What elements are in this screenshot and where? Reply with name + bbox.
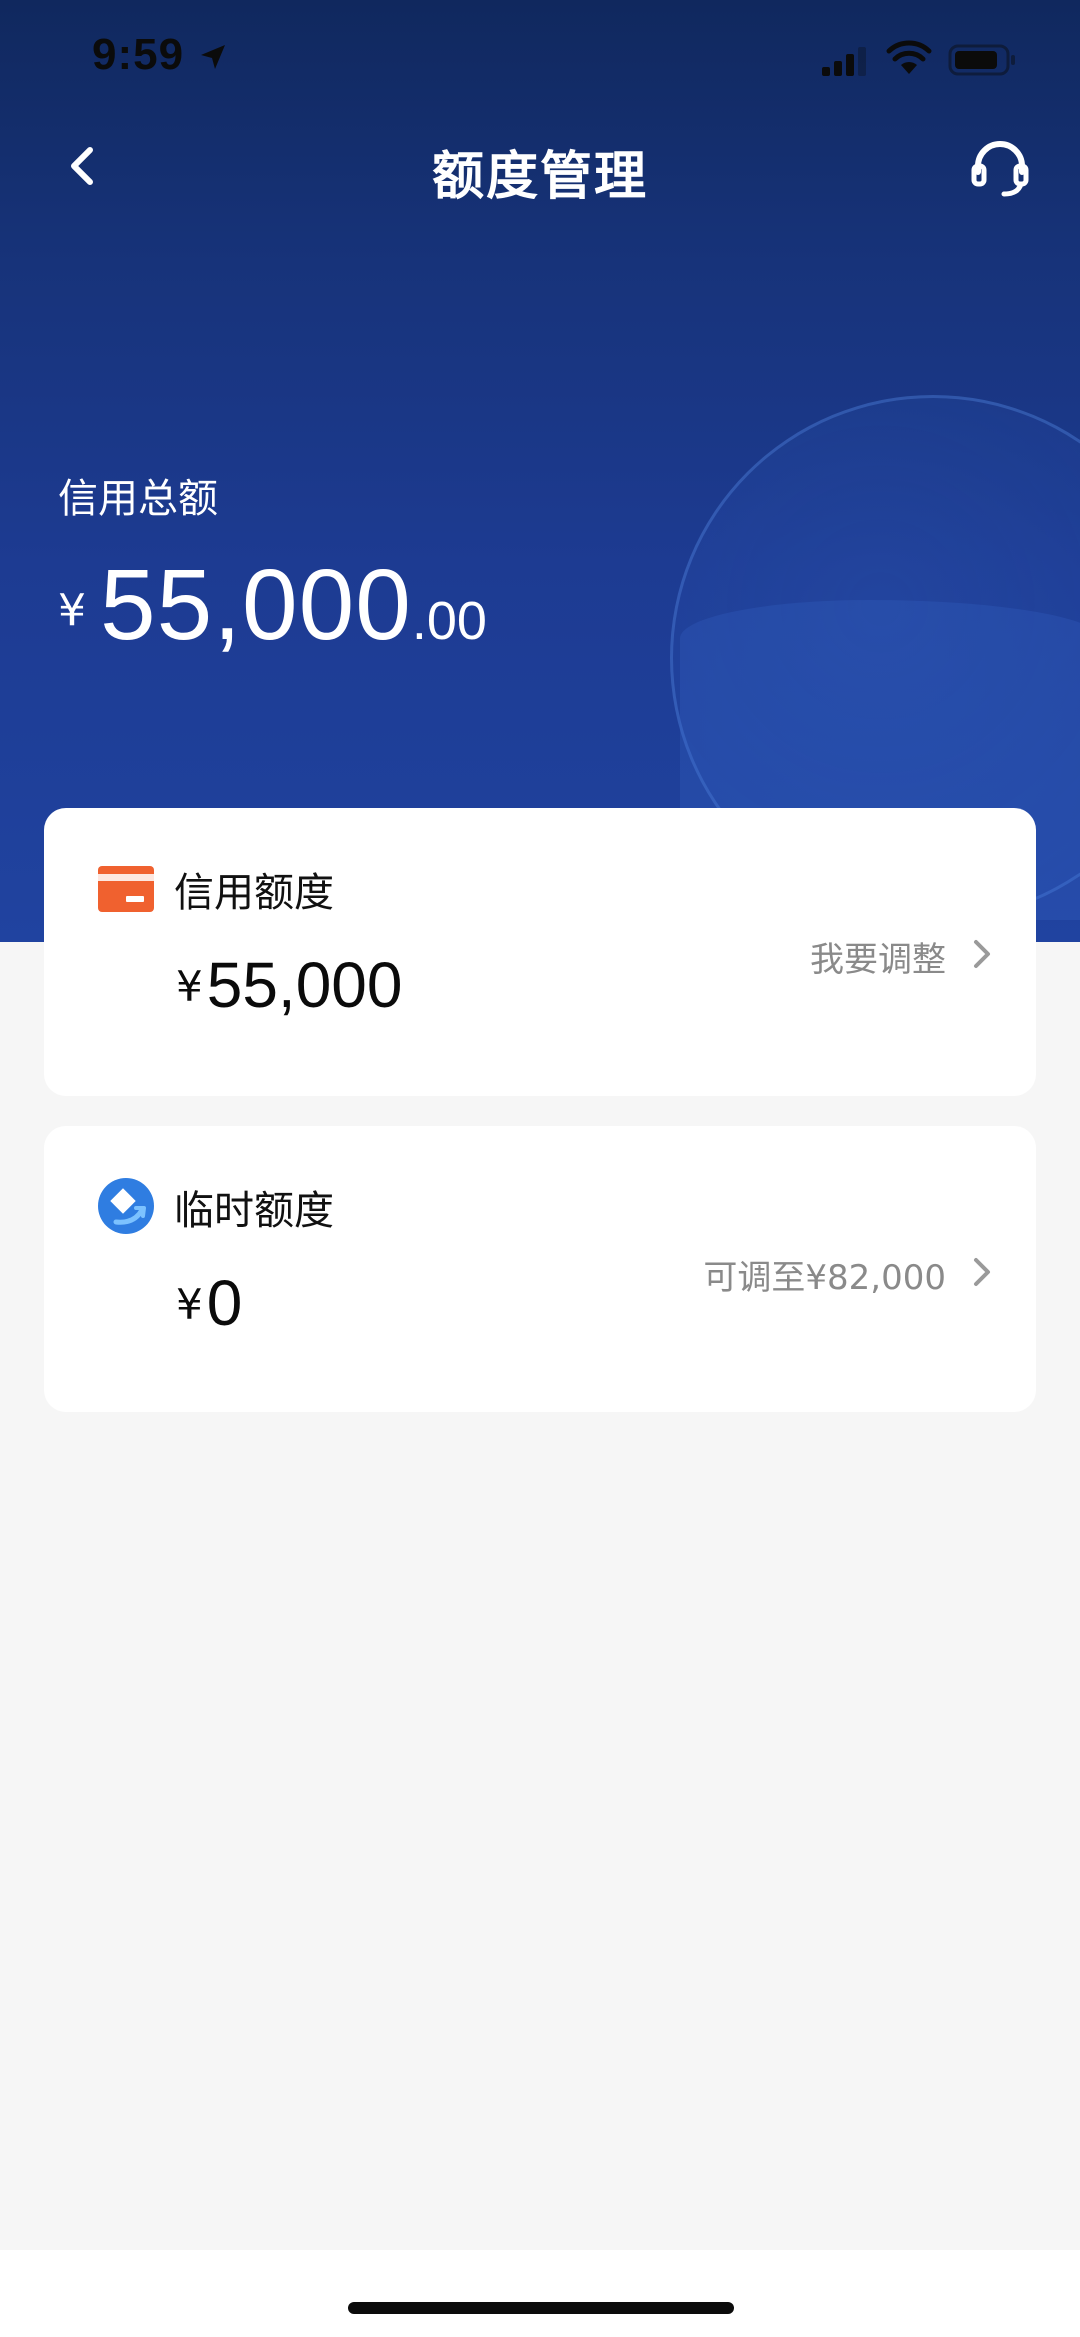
chevron-right-icon (974, 940, 990, 968)
total-credit-amount: ¥55,000.00 (58, 548, 487, 663)
temporary-limit-title: 临时额度 (174, 1188, 334, 1234)
currency-symbol: ¥ (176, 1280, 203, 1329)
temporary-limit-icon (98, 1178, 154, 1234)
headset-icon (971, 141, 1029, 197)
card-icon (98, 866, 154, 912)
credit-limit-amount: ¥55,000 (176, 948, 402, 1022)
temporary-limit-amount: ¥0 (176, 1266, 242, 1340)
credit-limit-value: 55,000 (206, 949, 403, 1021)
amount-integer: 55,000 (100, 549, 412, 661)
home-indicator[interactable] (348, 2302, 734, 2314)
chevron-right-icon (974, 1258, 990, 1286)
temporary-limit-card[interactable]: 临时额度 ¥0 可调至¥82,000 (44, 1126, 1036, 1412)
bottom-safe-area (0, 2250, 1080, 2337)
status-bar: 9:59 (0, 0, 1080, 120)
total-credit-label: 信用总额 (58, 476, 218, 522)
battery-icon (948, 44, 1015, 76)
raise-temporary-limit-link[interactable]: 可调至¥82,000 (703, 1250, 946, 1299)
status-time: 9:59 (92, 30, 185, 79)
currency-symbol: ¥ (176, 962, 203, 1011)
temporary-limit-value: 0 (206, 1267, 243, 1339)
cellular-signal-icon (822, 47, 866, 76)
currency-symbol: ¥ (58, 585, 86, 636)
location-arrow-icon (201, 45, 225, 69)
amount-decimal: .00 (411, 591, 487, 651)
page-title: 额度管理 (431, 147, 648, 207)
credit-limit-title: 信用额度 (174, 870, 334, 916)
credit-limit-card[interactable]: 信用额度 ¥55,000 我要调整 (44, 808, 1036, 1096)
wifi-icon (886, 40, 932, 74)
adjust-limit-link[interactable]: 我要调整 (810, 932, 946, 981)
customer-service-button[interactable] (968, 136, 1032, 200)
navigation-bar: 额度管理 (0, 120, 1080, 220)
